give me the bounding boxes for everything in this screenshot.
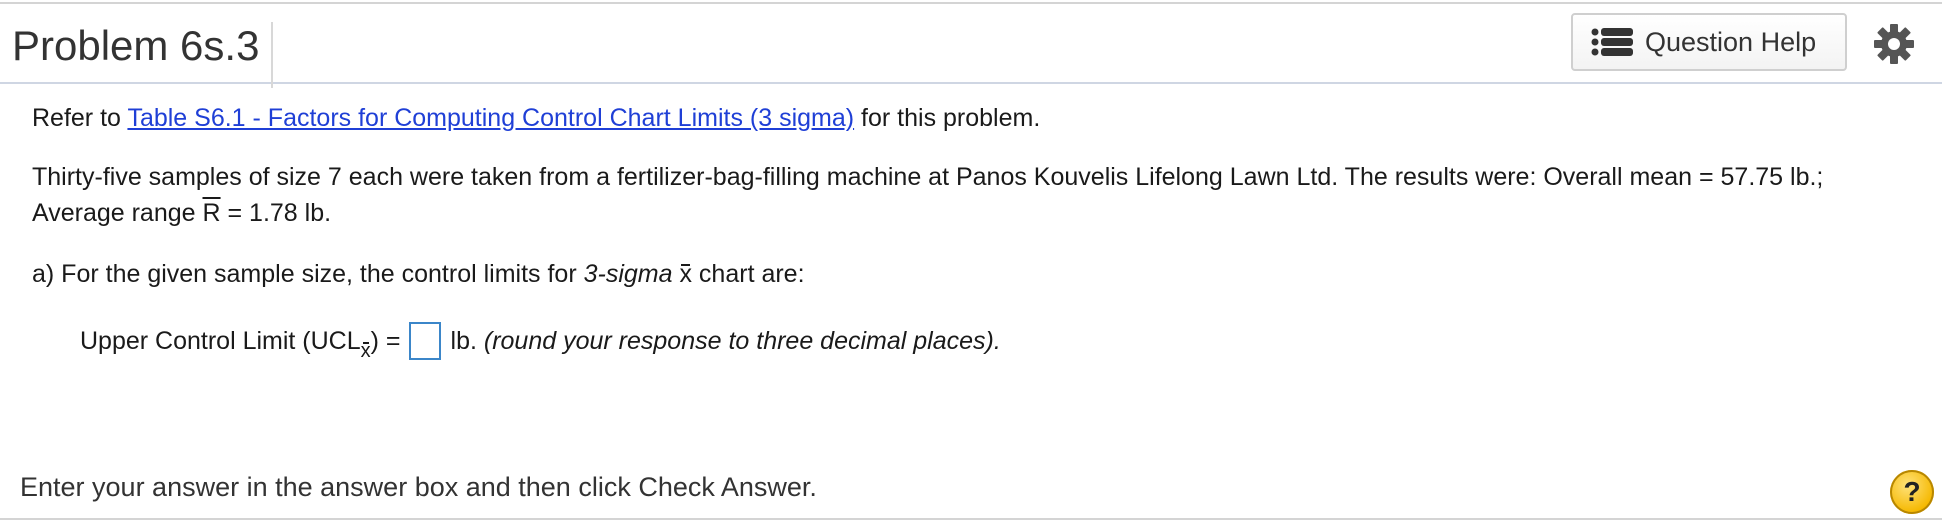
ucl-subscript-x: x [360,340,371,362]
ucl-answer-input[interactable] [408,322,441,360]
rbar-symbol: R [202,199,221,227]
refer-prefix-text: Refer to [32,104,121,132]
ucl-close: ) = [370,327,401,355]
footer-instruction: Enter your answer in the answer box and … [20,472,817,502]
question-a-italic: 3-sigma [583,260,673,288]
reference-line: Refer to Table S6.1 - Factors for Comput… [32,100,1040,136]
gear-icon[interactable] [1872,22,1916,66]
header-bar: Problem 6s.3 Question Help [0,4,1942,88]
question-a-text: a) For the given sample size, the contro… [32,260,584,288]
ucl-row: Upper Control Limit (UCL x) = lb. (round … [80,322,1001,362]
help-question-icon[interactable]: ? [1890,470,1934,514]
ucl-label: Upper Control Limit (UCL [80,327,361,355]
ucl-unit: lb. [450,327,477,355]
refer-suffix-text: for this problem. [861,104,1041,132]
table-link[interactable]: Table S6.1 - Factors for Computing Contr… [127,104,854,132]
question-a-suffix: chart are: [691,260,805,288]
question-help-label: Question Help [1645,26,1817,57]
xbar-symbol: x [679,260,692,288]
page-title: Problem 6s.3 [12,22,274,88]
ucl-instruction: (round your response to three decimal pl… [483,327,1001,355]
problem-statement: Thirty-five samples of size 7 each were … [32,159,1902,231]
question-a: a) For the given sample size, the contro… [32,256,805,292]
ucl-subscript: x [361,333,371,369]
list-icon [1591,27,1637,57]
question-help-button[interactable]: Question Help [1571,13,1847,71]
statement-text-end: = 1.78 lb. [220,199,332,227]
